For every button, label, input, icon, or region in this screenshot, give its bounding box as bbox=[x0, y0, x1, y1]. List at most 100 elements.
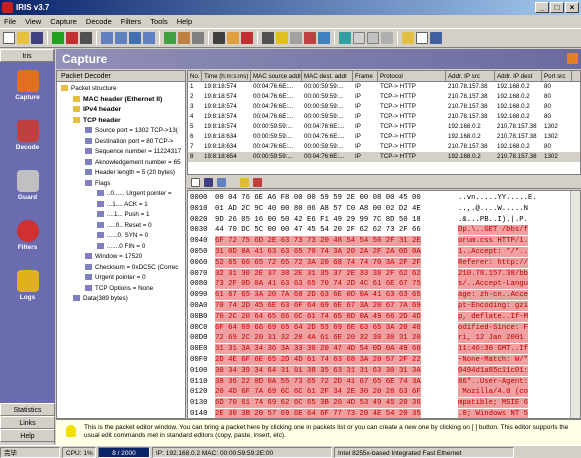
open-icon[interactable] bbox=[17, 32, 29, 44]
tree-node[interactable]: Data(389 bytes) bbox=[73, 294, 128, 303]
print-icon[interactable] bbox=[381, 32, 393, 44]
tree-node[interactable]: Aknowledgement number = 65 bbox=[85, 158, 181, 167]
packet-row[interactable]: 3 19:8:18:574 00:04:76:6E:... 00:00:59:59:.… bbox=[188, 102, 580, 112]
decode-tool-icon[interactable] bbox=[227, 32, 239, 44]
tree-node[interactable]: ...1.... ACK = 1 bbox=[97, 200, 148, 209]
chart-icon[interactable] bbox=[164, 32, 176, 44]
tree-node[interactable]: .......0 FIN = 0 bbox=[97, 242, 145, 251]
column-header[interactable]: MAC dest. addr bbox=[302, 71, 353, 81]
tree-node[interactable]: Sequence number = 11224317 bbox=[85, 147, 181, 156]
packet-row[interactable]: 2 19:8:18:574 00:04:76:6E:... 00:00:59:59:.… bbox=[188, 92, 580, 102]
save-icon[interactable] bbox=[31, 32, 43, 44]
menu-help[interactable]: Help bbox=[177, 17, 192, 26]
nav-item-logs[interactable]: Logs bbox=[0, 270, 55, 301]
new-packet-icon[interactable] bbox=[191, 177, 200, 187]
hex-ascii: 1..Accept: */*.. bbox=[458, 247, 529, 257]
column-header[interactable]: Time (h:m:s:ms) bbox=[202, 71, 251, 81]
link-icon[interactable] bbox=[339, 32, 351, 44]
tree-node[interactable]: Destination port = 80 TCP-> bbox=[85, 137, 173, 146]
grid-icon[interactable] bbox=[115, 32, 127, 44]
column-header[interactable]: Port src bbox=[542, 71, 572, 81]
tree-node[interactable]: Source port = 1302 TCP->13( bbox=[85, 126, 178, 135]
column-header[interactable]: No. bbox=[188, 71, 202, 81]
tree-node[interactable]: Packet structure bbox=[61, 84, 117, 93]
close-button[interactable]: × bbox=[565, 2, 579, 13]
nav-item-filters[interactable]: Filters bbox=[0, 220, 55, 251]
send-icon[interactable] bbox=[240, 177, 249, 187]
tree-node[interactable]: .....0.. Reset = 0 bbox=[97, 221, 152, 230]
binoculars-icon[interactable] bbox=[80, 32, 92, 44]
tree-node[interactable]: MAC header (Ethernet II) bbox=[73, 95, 162, 104]
alert-icon[interactable] bbox=[304, 32, 316, 44]
column-header[interactable]: Protocol bbox=[378, 71, 446, 81]
menu-decode[interactable]: Decode bbox=[86, 17, 112, 26]
save-packet-icon[interactable] bbox=[204, 177, 213, 187]
packet-row[interactable]: 4 19:8:18:574 00:04:76:6E:... 00:00:59:59:.… bbox=[188, 112, 580, 122]
hex-offset: 0060 bbox=[190, 258, 208, 267]
window-icon[interactable] bbox=[143, 32, 155, 44]
filter-icon[interactable] bbox=[192, 32, 204, 44]
view-icon[interactable] bbox=[101, 32, 113, 44]
hex-editor[interactable]: 0140 2E 30 3B 20 57 69 6E 64 6F 77 73 20 … bbox=[187, 190, 581, 419]
packet-row[interactable]: 5 19:8:18:574 00:00:59:59:... 00:04:76:6E:.… bbox=[188, 122, 580, 132]
find-icon[interactable] bbox=[262, 32, 274, 44]
column-header[interactable]: MAC source addr bbox=[251, 71, 302, 81]
hex-offset: 0140 bbox=[190, 410, 208, 418]
network-icon[interactable] bbox=[213, 32, 225, 44]
options-icon[interactable] bbox=[290, 32, 302, 44]
packet-decoder-panel: Packet Decoder Packet structure MAC heade… bbox=[56, 70, 186, 419]
tree-node[interactable]: ....1... Push = 1 bbox=[97, 210, 150, 219]
new-icon[interactable] bbox=[3, 32, 15, 44]
play-icon[interactable] bbox=[52, 32, 64, 44]
tree-node[interactable]: TCP Options = None bbox=[85, 284, 153, 293]
column-header[interactable]: Addr. IP dest bbox=[495, 71, 542, 81]
record-icon[interactable] bbox=[66, 32, 78, 44]
grid-view-icon[interactable] bbox=[217, 177, 226, 187]
toolbar-separator bbox=[47, 31, 48, 45]
tree-node[interactable]: ..0...... Urgent pointer = bbox=[97, 189, 172, 198]
help-icon[interactable] bbox=[416, 32, 428, 44]
guard-tool-icon[interactable] bbox=[241, 32, 253, 44]
nav-item-decode[interactable]: Decode bbox=[0, 120, 55, 151]
globe-icon[interactable] bbox=[318, 32, 330, 44]
hex-scrollbar[interactable] bbox=[570, 191, 580, 418]
tree-node[interactable]: Header length = 5 (20 bytes) bbox=[85, 168, 175, 177]
packet-row[interactable]: 7 19:8:18:634 00:04:76:6E:... 00:00:59:59:.… bbox=[188, 142, 580, 152]
menu-file[interactable]: File bbox=[4, 17, 16, 26]
tree-node[interactable]: TCP header bbox=[73, 116, 121, 125]
maximize-button[interactable]: □ bbox=[550, 2, 564, 13]
tree-node[interactable]: Window = 17520 bbox=[85, 252, 142, 261]
stats-icon[interactable] bbox=[178, 32, 190, 44]
packet-cell: IP bbox=[355, 143, 361, 150]
menu-view[interactable]: View bbox=[25, 17, 41, 26]
menu-capture[interactable]: Capture bbox=[50, 17, 77, 26]
column-header[interactable]: Addr. IP src bbox=[446, 71, 495, 81]
nav-item-capture[interactable]: Capture bbox=[0, 70, 55, 101]
nav-statistics[interactable]: Statistics bbox=[0, 403, 55, 416]
nav-header[interactable]: Iris bbox=[0, 49, 54, 62]
page-icon[interactable] bbox=[353, 32, 365, 44]
menu-filters[interactable]: Filters bbox=[121, 17, 141, 26]
doc-icon[interactable] bbox=[367, 32, 379, 44]
tree-node[interactable]: IPv4 header bbox=[73, 105, 121, 114]
list-icon[interactable] bbox=[129, 32, 141, 44]
column-header[interactable]: Frame bbox=[353, 71, 378, 81]
packet-row[interactable]: 8 19:8:18:654 00:00:59:59:... 00:04:76:6E:.… bbox=[188, 152, 580, 162]
pane-toggle-icon[interactable] bbox=[567, 53, 578, 64]
packet-row[interactable]: 1 19:8:18:574 00:04:76:6E:... 00:00:59:59:.… bbox=[188, 82, 580, 92]
minimize-button[interactable]: _ bbox=[535, 2, 549, 13]
tree-node[interactable]: ......0. SYN = 0 bbox=[97, 231, 148, 240]
menu-tools[interactable]: Tools bbox=[150, 17, 168, 26]
info-icon[interactable] bbox=[430, 32, 442, 44]
nav-item-guard[interactable]: Guard bbox=[0, 170, 55, 201]
packet-row[interactable]: 6 19:8:18:634 00:00:59:59:... 00:04:76:6E:.… bbox=[188, 132, 580, 142]
tree-node[interactable]: Flags bbox=[85, 179, 110, 188]
nav-links[interactable]: Links bbox=[0, 416, 55, 429]
crc-icon[interactable] bbox=[253, 177, 262, 187]
nav-help[interactable]: Help bbox=[0, 429, 55, 442]
tree-node[interactable]: Checksum = 0xDC5C (Correc bbox=[85, 263, 178, 272]
bell-icon[interactable] bbox=[276, 32, 288, 44]
tool-icon[interactable] bbox=[402, 32, 414, 44]
hex-ascii: odified-Since: F bbox=[458, 322, 529, 333]
tree-node[interactable]: Urgent pointer = 0 bbox=[85, 273, 146, 282]
